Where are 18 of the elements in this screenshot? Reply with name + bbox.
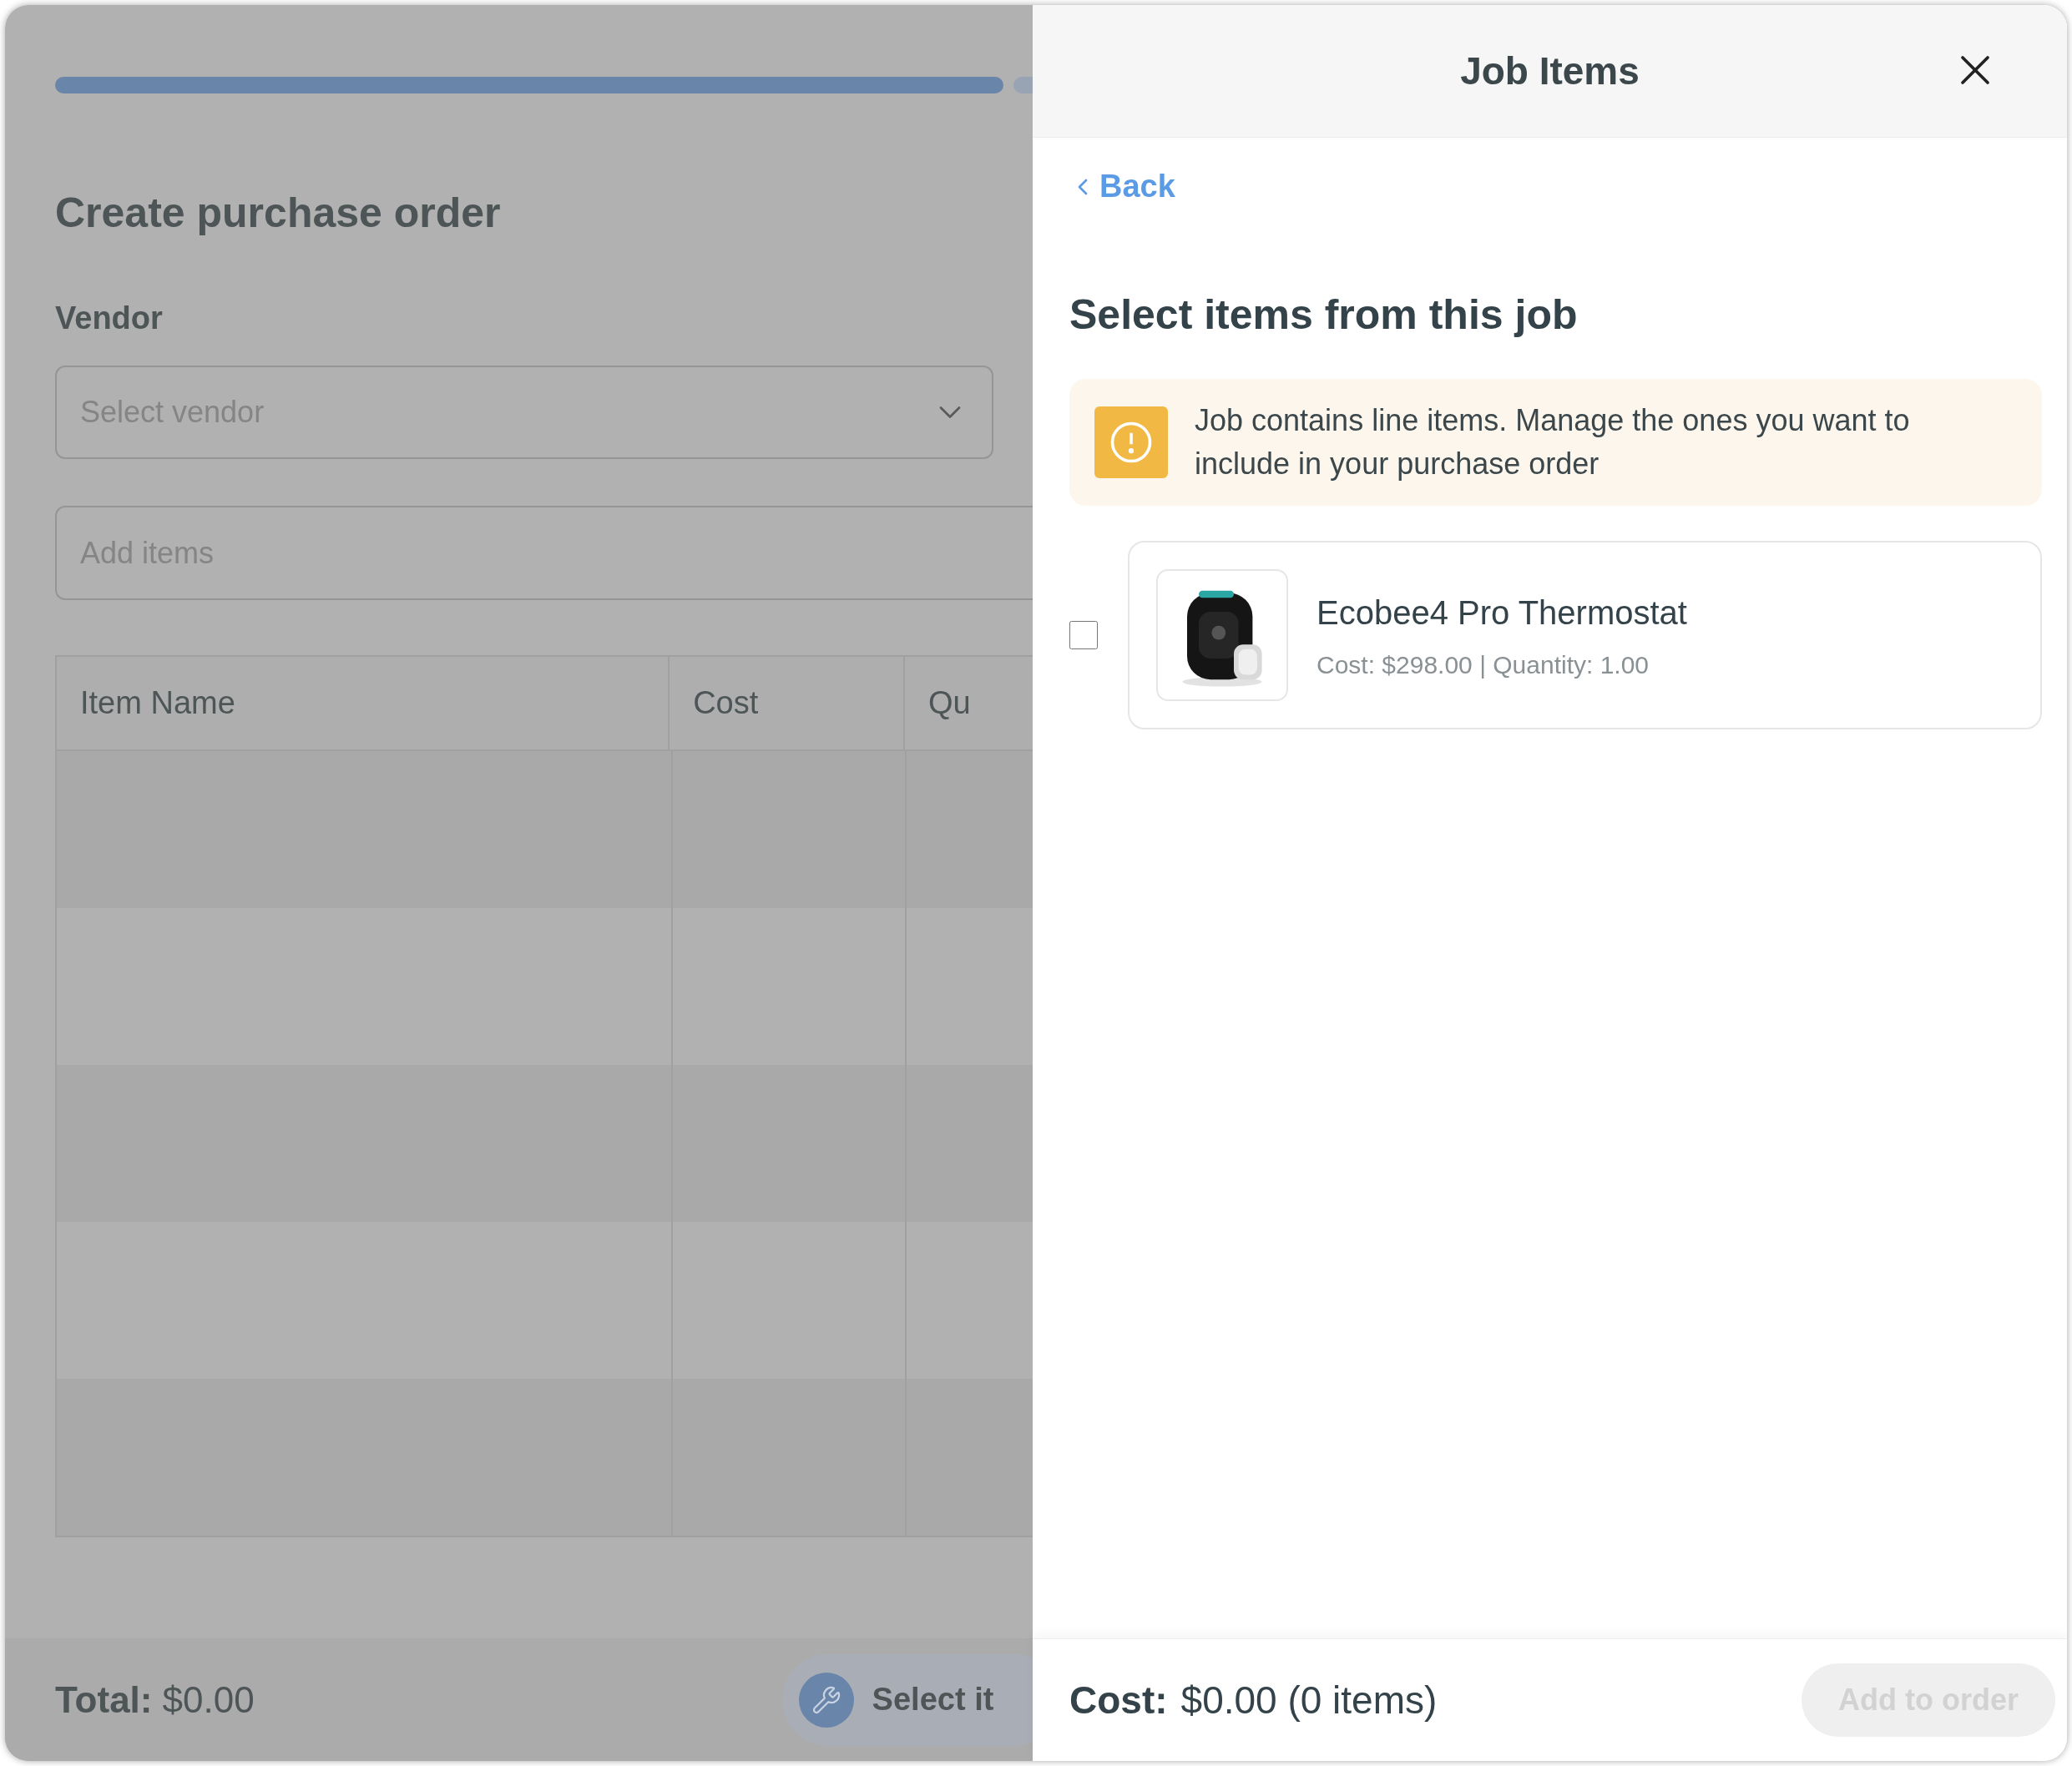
- item-details: Cost: $298.00 | Quantity: 1.00: [1316, 649, 1650, 680]
- cost-value: $0.00 (0 items): [1180, 1677, 1438, 1723]
- item-name: Ecobee4 Pro Thermostat: [1316, 593, 1687, 633]
- panel-title: Job Items: [1460, 48, 1640, 94]
- section-heading: Select items from this job: [1069, 294, 1579, 336]
- total-value: $0.00: [162, 1678, 255, 1722]
- total-label: Total:: [55, 1678, 153, 1722]
- cost-label: Cost:: [1069, 1677, 1168, 1723]
- alert-text: Job contains line items. Manage the ones you want to include in your purchase order: [1195, 402, 1911, 482]
- item-checkbox[interactable]: [1069, 621, 1098, 649]
- column-header: Item Name: [57, 657, 670, 749]
- alert-icon: [1094, 406, 1168, 478]
- page-title: Create purchase order: [55, 192, 502, 234]
- item-card[interactable]: Ecobee4 Pro Thermostat Cost: $298.00 | Quantity: 1.00: [1128, 541, 2042, 729]
- field-label: Vendor: [55, 302, 164, 334]
- column-header: Cost: [670, 657, 905, 749]
- select-items-button[interactable]: Select it: [781, 1653, 1033, 1746]
- back-link[interactable]: Back: [1069, 163, 1175, 210]
